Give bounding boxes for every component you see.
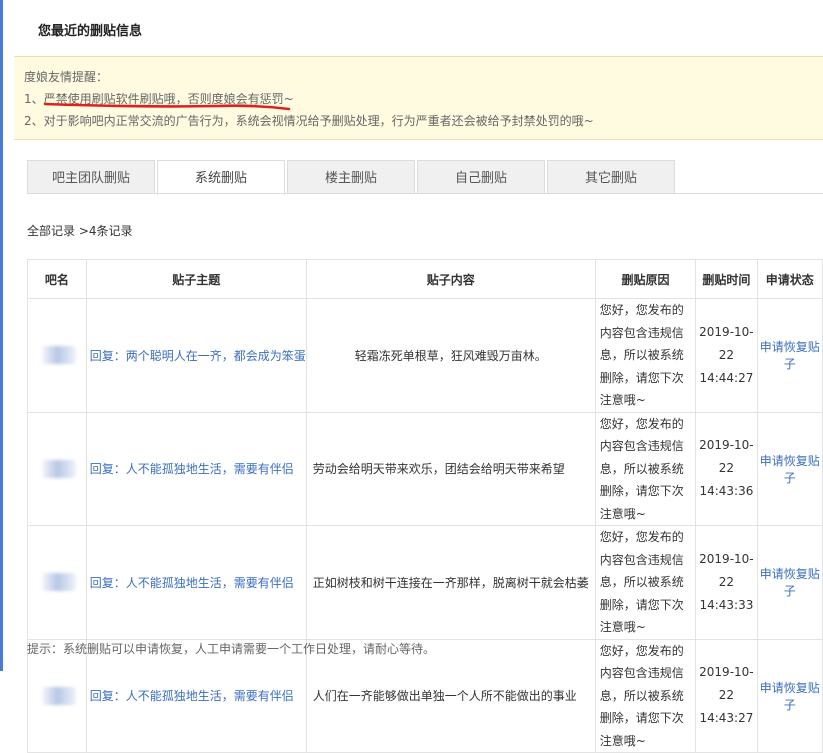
notice-line-2: 2、对于影响吧内正常交流的广告行为，系统会视情况给予删贴处理，行为严重者还会被给… xyxy=(24,114,594,128)
delete-date: 2019-10-22 xyxy=(699,665,754,703)
delete-date: 2019-10-22 xyxy=(699,324,754,362)
post-content: 正如树枝和树干连接在一齐那样，脱离树干就会枯萎 xyxy=(305,525,596,640)
delete-time: 2019-10-22 14:43:36 xyxy=(695,411,758,526)
delete-date: 2019-10-22 xyxy=(699,551,754,589)
table-row: 回复：人不能孤独地生活，需要有伴侣 正如树枝和树干连接在一齐那样，脱离树干就会枯… xyxy=(27,525,823,640)
tab-op-deleted[interactable]: 楼主删贴 xyxy=(287,160,415,193)
tab-self-deleted[interactable]: 自己删贴 xyxy=(417,160,545,193)
red-underline-mark xyxy=(43,102,291,111)
delete-time: 2019-10-22 14:43:33 xyxy=(695,525,758,640)
delete-clock: 14:43:33 xyxy=(699,597,754,612)
table-row: 回复：两个聪明人在一齐，都会成为笨蛋 轻霜冻死单根草，狂风难毁万亩林。 您好，您… xyxy=(27,298,823,413)
delete-reason: 您好，您发布的内容包含违规信息，所以被系统删除，请您下次注意哦~ xyxy=(594,525,697,640)
forum-name-cell xyxy=(27,298,87,413)
forum-name-cell xyxy=(27,411,87,526)
header-delete-reason: 删贴原因 xyxy=(594,259,697,299)
restore-post-link[interactable]: 申请恢复贴子 xyxy=(760,340,820,371)
post-content: 轻霜冻死单根草，狂风难毁万亩林。 xyxy=(305,298,596,413)
tab-other-deleted[interactable]: 其它删贴 xyxy=(547,160,675,193)
footer-tip: 提示：系统删贴可以申请恢复，人工申请需要一个工作日处理，请耐心等待。 xyxy=(27,642,436,656)
status-cell: 申请恢复贴子 xyxy=(756,638,823,753)
tabs-divider xyxy=(27,193,823,194)
tab-moderator-deleted[interactable]: 吧主团队删贴 xyxy=(27,160,155,193)
restore-post-link[interactable]: 申请恢复贴子 xyxy=(760,681,820,712)
delete-date: 2019-10-22 xyxy=(699,438,754,476)
post-topic-link[interactable]: 回复：人不能孤独地生活，需要有伴侣 xyxy=(87,460,306,477)
header-delete-time: 删贴时间 xyxy=(695,259,758,299)
topic-cell: 回复：两个聪明人在一齐，都会成为笨蛋 xyxy=(85,298,307,413)
delete-reason: 您好，您发布的内容包含违规信息，所以被系统删除，请您下次注意哦~ xyxy=(594,298,697,413)
forum-name-cell xyxy=(27,525,87,640)
left-edge-border xyxy=(0,0,3,671)
header-request-status: 申请状态 xyxy=(756,259,823,299)
delete-clock: 14:44:27 xyxy=(699,370,754,385)
delete-reason: 您好，您发布的内容包含违规信息，所以被系统删除，请您下次注意哦~ xyxy=(594,638,697,753)
delete-time: 2019-10-22 14:43:27 xyxy=(695,638,758,753)
topic-cell: 回复：人不能孤独地生活，需要有伴侣 xyxy=(85,411,307,526)
post-topic-link[interactable]: 回复：两个聪明人在一齐，都会成为笨蛋 xyxy=(87,347,306,364)
post-topic-link[interactable]: 回复：人不能孤独地生活，需要有伴侣 xyxy=(87,574,306,591)
blurred-forum-name xyxy=(42,459,76,478)
table-header-row: 吧名 贴子主题 贴子内容 删贴原因 删贴时间 申请状态 xyxy=(27,259,823,299)
header-post-topic: 贴子主题 xyxy=(85,259,307,299)
status-cell: 申请恢复贴子 xyxy=(756,298,823,413)
notice-title: 度娘友情提醒： xyxy=(24,70,109,84)
delete-clock: 14:43:27 xyxy=(699,711,754,726)
topic-cell: 回复：人不能孤独地生活，需要有伴侣 xyxy=(85,525,307,640)
delete-clock: 14:43:36 xyxy=(699,484,754,499)
post-topic-link[interactable]: 回复：人不能孤独地生活，需要有伴侣 xyxy=(87,687,306,704)
restore-post-link[interactable]: 申请恢复贴子 xyxy=(760,454,820,485)
delete-time: 2019-10-22 14:44:27 xyxy=(695,298,758,413)
status-cell: 申请恢复贴子 xyxy=(756,411,823,526)
notice-box: 度娘友情提醒： 1、严禁使用刷贴软件刷贴哦，否则度娘会有惩罚~ 2、对于影响吧内… xyxy=(14,56,823,140)
notice-line-1-prefix: 1、 xyxy=(24,92,44,106)
deleted-posts-table: 吧名 贴子主题 贴子内容 删贴原因 删贴时间 申请状态 回复：两个聪明人在一齐，… xyxy=(27,259,823,753)
restore-post-link[interactable]: 申请恢复贴子 xyxy=(760,567,820,598)
delete-reason: 您好，您发布的内容包含违规信息，所以被系统删除，请您下次注意哦~ xyxy=(594,411,697,526)
blurred-forum-name xyxy=(42,686,76,705)
header-forum-name: 吧名 xyxy=(27,259,87,299)
records-summary: 全部记录 >4条记录 xyxy=(27,224,133,238)
blurred-forum-name xyxy=(42,346,76,365)
blurred-forum-name xyxy=(42,573,76,592)
tab-system-deleted[interactable]: 系统删贴 xyxy=(157,160,285,195)
table-row: 回复：人不能孤独地生活，需要有伴侣 劳动会给明天带来欢乐，团结会给明天带来希望 … xyxy=(27,411,823,526)
status-cell: 申请恢复贴子 xyxy=(756,525,823,640)
header-post-content: 贴子内容 xyxy=(305,259,596,299)
post-content: 劳动会给明天带来欢乐，团结会给明天带来希望 xyxy=(305,411,596,526)
page-title: 您最近的删贴信息 xyxy=(38,24,143,39)
